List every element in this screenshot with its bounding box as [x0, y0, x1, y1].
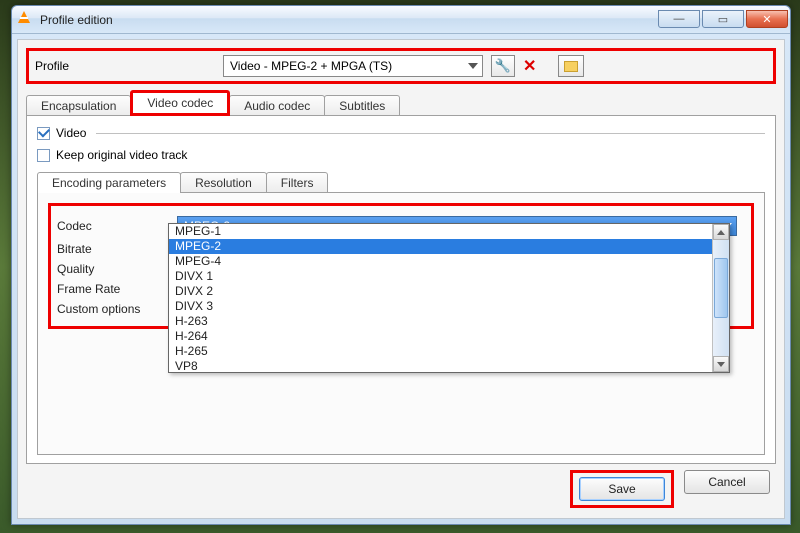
new-profile-icon: [564, 61, 578, 72]
dialog-footer: Save Cancel: [26, 464, 776, 510]
profile-selected-value: Video - MPEG-2 + MPGA (TS): [230, 59, 392, 73]
delete-profile-button[interactable]: ✕: [523, 56, 536, 76]
edit-profile-button[interactable]: 🔧: [491, 55, 515, 77]
keep-original-checkbox[interactable]: [37, 149, 50, 162]
triangle-down-icon: [717, 362, 725, 367]
codec-option[interactable]: VP8: [169, 359, 712, 372]
tab-encoding-parameters[interactable]: Encoding parameters: [37, 172, 181, 193]
video-checkbox-row: Video: [37, 126, 765, 140]
maximize-button[interactable]: ▭: [702, 10, 744, 28]
triangle-up-icon: [717, 230, 725, 235]
save-highlight: Save: [570, 470, 674, 508]
fieldset-divider: [96, 133, 765, 134]
keep-original-row: Keep original video track: [37, 148, 765, 162]
tab-encapsulation[interactable]: Encapsulation: [26, 95, 131, 116]
video-codec-panel: Video Keep original video track Encoding…: [26, 115, 776, 464]
codec-option[interactable]: DIVX 1: [169, 269, 712, 284]
quality-label: Quality: [57, 262, 167, 276]
tab-subtitles[interactable]: Subtitles: [324, 95, 400, 116]
profile-edition-window: Profile edition — ▭ ✕ Profile Video - MP…: [11, 5, 791, 525]
chevron-down-icon: [468, 63, 478, 69]
scroll-thumb[interactable]: [714, 258, 728, 318]
codec-option[interactable]: H-264: [169, 329, 712, 344]
titlebar[interactable]: Profile edition — ▭ ✕: [12, 6, 790, 34]
tab-audio-codec[interactable]: Audio codec: [229, 95, 325, 116]
codec-option[interactable]: MPEG-4: [169, 254, 712, 269]
client-area: Profile Video - MPEG-2 + MPGA (TS) 🔧 ✕ E…: [17, 39, 785, 519]
codec-option[interactable]: MPEG-1: [169, 224, 712, 239]
scroll-track[interactable]: [713, 240, 729, 356]
wrench-icon: 🔧: [495, 58, 511, 74]
codec-dropdown[interactable]: MPEG-1MPEG-2MPEG-4DIVX 1DIVX 2DIVX 3H-26…: [168, 223, 730, 373]
codec-label: Codec: [57, 219, 167, 233]
tab-video-codec[interactable]: Video codec: [130, 90, 230, 116]
codec-option[interactable]: DIVX 3: [169, 299, 712, 314]
profile-label: Profile: [35, 59, 215, 73]
codec-option[interactable]: H-263: [169, 314, 712, 329]
video-checkbox-label: Video: [56, 126, 86, 140]
window-title: Profile edition: [40, 13, 656, 27]
bitrate-label: Bitrate: [57, 242, 167, 256]
window-controls: — ▭ ✕: [656, 11, 788, 28]
main-tabs: Encapsulation Video codec Audio codec Su…: [26, 92, 776, 116]
new-profile-button[interactable]: [558, 55, 584, 77]
custom-options-label: Custom options: [57, 302, 167, 316]
frame-rate-label: Frame Rate: [57, 282, 167, 296]
codec-option[interactable]: H-265: [169, 344, 712, 359]
cancel-button[interactable]: Cancel: [684, 470, 770, 494]
profile-select[interactable]: Video - MPEG-2 + MPGA (TS): [223, 55, 483, 77]
close-button[interactable]: ✕: [746, 10, 788, 28]
codec-form-highlight: Codec MPEG-2 Bitrate Quality Frame Rate …: [48, 203, 754, 329]
scroll-up-button[interactable]: [713, 224, 729, 240]
scroll-down-button[interactable]: [713, 356, 729, 372]
app-icon: [18, 12, 34, 28]
tab-resolution[interactable]: Resolution: [180, 172, 267, 193]
video-checkbox[interactable]: [37, 127, 50, 140]
scrollbar[interactable]: [712, 224, 729, 372]
tab-filters[interactable]: Filters: [266, 172, 329, 193]
keep-original-label: Keep original video track: [56, 148, 187, 162]
codec-option[interactable]: MPEG-2: [169, 239, 712, 254]
codec-dropdown-list: MPEG-1MPEG-2MPEG-4DIVX 1DIVX 2DIVX 3H-26…: [169, 224, 712, 372]
save-button[interactable]: Save: [579, 477, 665, 501]
profile-row-highlight: Profile Video - MPEG-2 + MPGA (TS) 🔧 ✕: [26, 48, 776, 84]
encoding-parameters-panel: Codec MPEG-2 Bitrate Quality Frame Rate …: [37, 192, 765, 455]
minimize-button[interactable]: —: [658, 10, 700, 28]
codec-option[interactable]: DIVX 2: [169, 284, 712, 299]
sub-tabs: Encoding parameters Resolution Filters: [37, 172, 765, 193]
